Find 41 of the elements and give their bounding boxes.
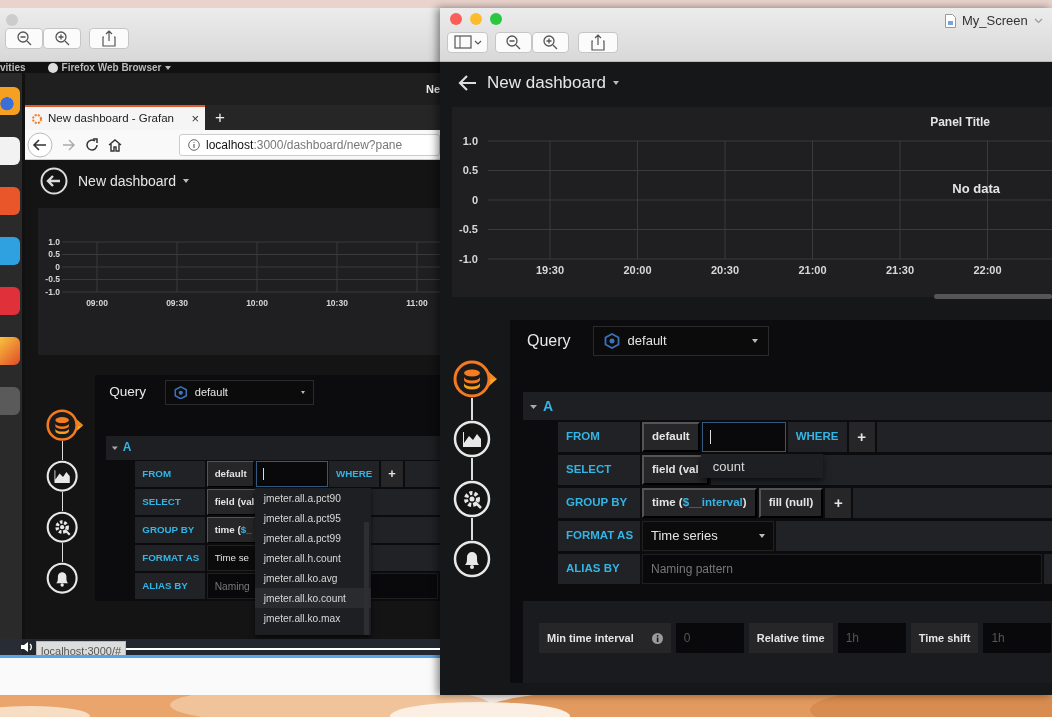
axis-tick-label: 0.5 [462, 164, 478, 177]
axis-tick-label: 0.5 [48, 249, 60, 260]
option-label: Relative time [756, 630, 825, 646]
row-label: FORMAT AS [558, 521, 640, 551]
axis-tick-label: 21:00 [798, 264, 827, 276]
axis-tick-label: 20:30 [710, 264, 740, 276]
row-label: GROUP BY [135, 517, 206, 543]
axis-tick-label: -0.5 [45, 274, 60, 285]
row-label: SELECT [558, 455, 640, 485]
axis-tick-label: 0 [471, 193, 478, 206]
row-label: FORMAT AS [135, 545, 206, 571]
window-title: Ne [425, 81, 440, 97]
row-label: ALIAS BY [558, 554, 640, 584]
url-text: localhost:3000/dashboard/new?pane [206, 136, 403, 154]
axis-tick-label: 22:00 [973, 264, 1002, 276]
axis-tick-label: 09:00 [86, 298, 108, 308]
row-label: GROUP BY [558, 488, 640, 518]
axis-tick-label: 10:00 [246, 298, 268, 308]
option-label: Time shift [918, 630, 971, 646]
query-label: Query [109, 383, 147, 402]
no-data-message: No data [952, 180, 1000, 198]
row-label: SELECT [135, 489, 206, 515]
axis-tick-label: -1.0 [45, 287, 60, 297]
axis-tick-label: 0 [55, 262, 60, 272]
axis-tick-label: 10:30 [326, 298, 348, 308]
keyword-label: WHERE [329, 461, 380, 487]
axis-tick-label: 20:00 [623, 264, 652, 276]
query-label: Query [527, 331, 571, 351]
axis-tick-label: 1.0 [462, 134, 478, 147]
row-label: FROM [558, 422, 640, 452]
axis-tick-label: 09:30 [166, 298, 188, 308]
keyword-label: WHERE [787, 422, 847, 452]
axis-tick-label: -1.0 [459, 252, 478, 265]
row-label: ALIAS BY [135, 573, 206, 599]
axis-tick-label: 21:30 [885, 264, 915, 276]
axis-tick-label: -0.5 [459, 223, 478, 236]
row-label: FROM [135, 461, 206, 487]
axis-tick-label: 19:30 [535, 264, 565, 276]
axis-tick-label: 1.0 [48, 237, 60, 247]
axis-tick-label: 11:00 [406, 298, 428, 308]
option-label: Min time interval [547, 630, 634, 646]
